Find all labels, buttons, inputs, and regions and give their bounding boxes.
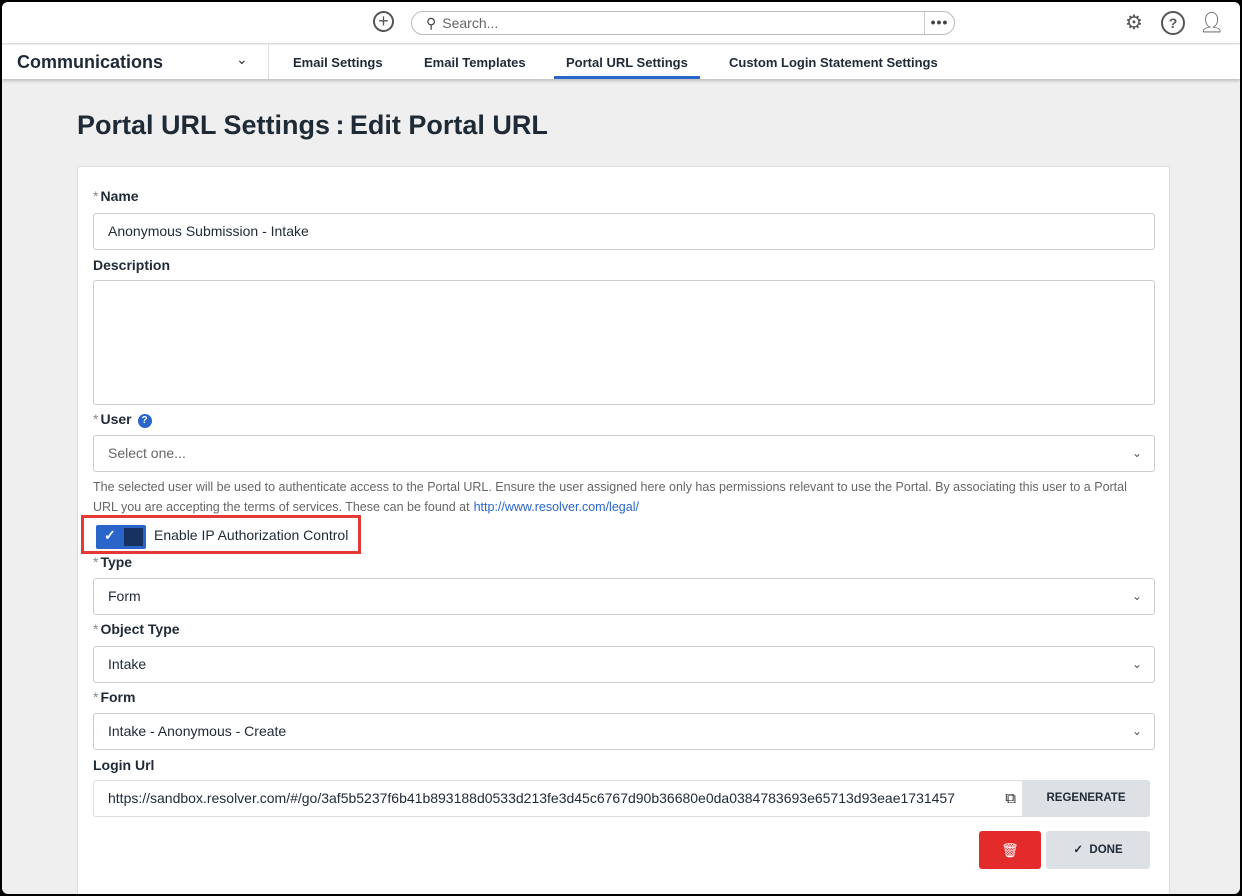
form-label: * Form	[93, 689, 136, 705]
user-icon[interactable]: 👤︎	[1199, 11, 1224, 35]
description-label: Description	[93, 257, 171, 273]
name-label: * Name	[93, 188, 139, 204]
tab-portal-url-settings[interactable]: Portal URL Settings	[554, 55, 700, 79]
chevron-down-icon: ⌄	[1131, 724, 1142, 738]
settings-icon[interactable]: ⚙	[1122, 11, 1146, 35]
tab-custom-login-statement-settings[interactable]: Custom Login Statement Settings	[729, 55, 938, 70]
highlight-box: ✓ Enable IP Authorization Control	[81, 515, 361, 554]
toggle-knob	[124, 528, 143, 546]
tab-email-settings[interactable]: Email Settings	[293, 55, 383, 70]
object-type-select[interactable]: Intake ⌄	[93, 646, 1155, 683]
delete-button[interactable]: 🗑︎	[979, 831, 1041, 869]
app-window: + ⚲ Search... ••• ⚙ ? 👤︎ Communications …	[2, 2, 1240, 894]
app-selector[interactable]: Communications	[17, 52, 163, 73]
check-icon: ✓	[1073, 844, 1090, 856]
login-url-label: Login Url	[93, 757, 155, 773]
object-type-label: * Object Type	[93, 621, 180, 637]
login-url-field[interactable]: https://sandbox.resolver.com/#/go/3af5b5…	[93, 780, 1022, 817]
chevron-down-icon: ⌄	[1131, 589, 1142, 603]
top-bar: + ⚲ Search... ••• ⚙ ? 👤︎	[2, 2, 1240, 44]
type-select[interactable]: Form ⌄	[93, 578, 1155, 615]
search-input[interactable]: ⚲ Search... •••	[411, 11, 955, 35]
user-select[interactable]: Select one... ⌄	[93, 435, 1155, 472]
description-textarea[interactable]	[93, 280, 1155, 405]
legal-link[interactable]: http://www.resolver.com/legal/	[474, 500, 639, 514]
tab-email-templates[interactable]: Email Templates	[424, 55, 526, 70]
trash-icon: 🗑︎	[1001, 842, 1019, 858]
user-help-text: The selected user will be used to authen…	[93, 480, 1127, 514]
type-label: * Type	[93, 554, 133, 570]
name-input[interactable]: Anonymous Submission - Intake	[93, 213, 1155, 250]
search-options-button[interactable]: •••	[924, 12, 954, 34]
help-icon[interactable]: ?	[1161, 11, 1185, 35]
search-placeholder: Search...	[442, 15, 499, 31]
search-icon: ⚲	[426, 14, 437, 31]
edit-form: * Name Anonymous Submission - Intake Desc…	[77, 166, 1170, 894]
nav-bar: Communications ⌄ Email Settings Email Te…	[2, 45, 1240, 79]
page-title: Portal URL Settings : Edit Portal URL	[77, 110, 548, 140]
check-icon: ✓	[104, 527, 116, 543]
ip-authorization-label: Enable IP Authorization Control	[154, 527, 349, 543]
chevron-down-icon: ⌄	[1131, 446, 1142, 460]
divider	[268, 45, 269, 79]
add-icon[interactable]: +	[373, 11, 394, 32]
form-select[interactable]: Intake - Anonymous - Create ⌄	[93, 713, 1155, 750]
help-icon[interactable]: ?	[137, 414, 152, 428]
chevron-down-icon[interactable]: ⌄	[236, 51, 248, 68]
copy-icon[interactable]: ⧉	[1005, 781, 1016, 816]
user-label: * User?	[93, 411, 152, 428]
user-placeholder: Select one...	[108, 445, 186, 461]
regenerate-button[interactable]: REGENERATE	[1022, 780, 1150, 817]
done-button[interactable]: ✓ DONE	[1046, 831, 1150, 869]
ip-authorization-toggle[interactable]: ✓	[96, 525, 146, 549]
chevron-down-icon: ⌄	[1131, 657, 1142, 671]
